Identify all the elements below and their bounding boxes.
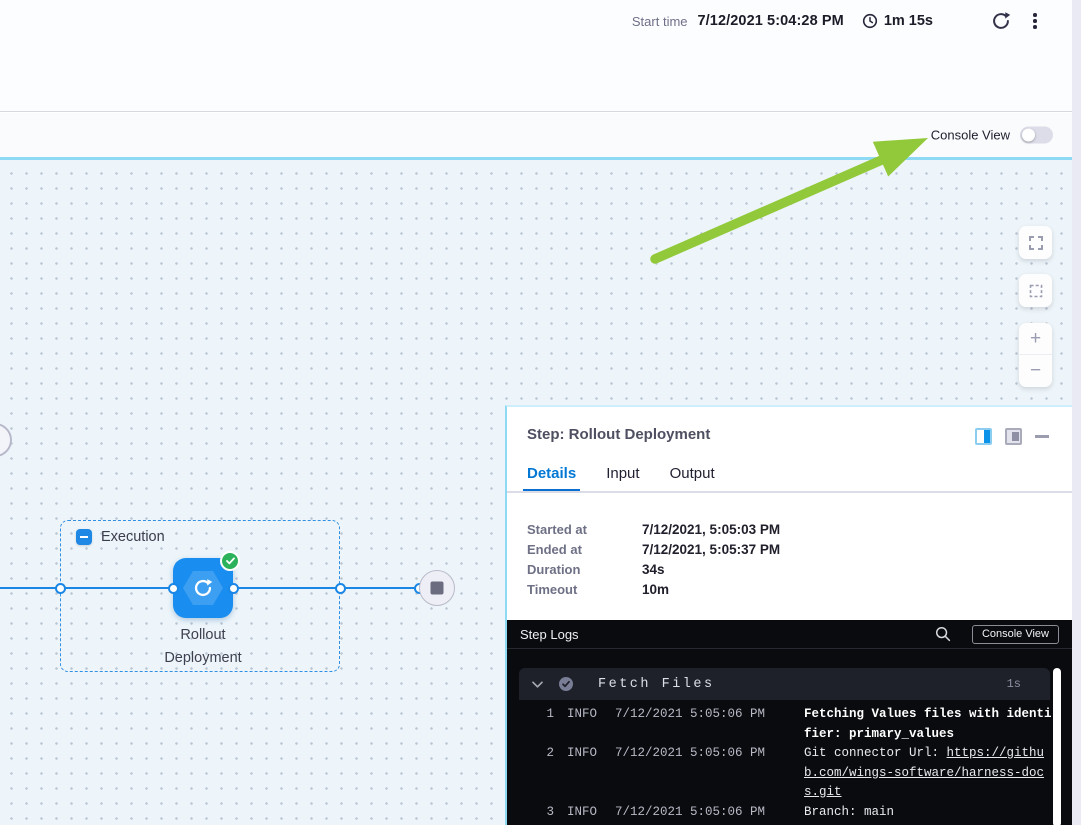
log-level: INFO bbox=[567, 705, 602, 725]
chevron-down-icon bbox=[532, 681, 543, 688]
execution-group-label: Execution bbox=[101, 529, 165, 545]
stop-icon bbox=[431, 582, 444, 595]
log-body: Fetch Files 1s 1 INFO 7/12/2021 5:05:06 … bbox=[519, 668, 1072, 822]
detail-row-ended-at: Ended at 7/12/2021, 5:05:37 PM bbox=[527, 539, 780, 559]
clock-icon bbox=[862, 13, 878, 29]
execution-meta-bar: Start time 7/12/2021 5:04:28 PM 1m 15s bbox=[632, 8, 1045, 34]
step-logs-title: Step Logs bbox=[520, 627, 579, 642]
fullscreen-button[interactable] bbox=[1019, 226, 1052, 259]
log-line: 2 INFO 7/12/2021 5:05:06 PM Git connecto… bbox=[519, 744, 1072, 803]
detail-row-timeout: Timeout 10m bbox=[527, 579, 780, 599]
connector-dot[interactable] bbox=[55, 583, 66, 594]
logs-console-view-button[interactable]: Console View bbox=[972, 625, 1059, 644]
collapse-group-button[interactable] bbox=[76, 529, 92, 545]
log-level: INFO bbox=[567, 803, 602, 823]
view-toolbar: Console View bbox=[0, 113, 1081, 157]
total-duration: 1m 15s bbox=[884, 13, 933, 29]
previous-node-partial[interactable] bbox=[0, 423, 12, 457]
top-header: Start time 7/12/2021 5:04:28 PM 1m 15s bbox=[0, 0, 1081, 112]
fit-to-screen-button[interactable] bbox=[1019, 274, 1052, 307]
zoom-button-group: + − bbox=[1019, 323, 1052, 387]
log-scrollbar[interactable] bbox=[1053, 668, 1061, 825]
end-node[interactable] bbox=[419, 570, 455, 606]
fullscreen-icon bbox=[1028, 235, 1044, 251]
log-message: Branch: main bbox=[804, 803, 1053, 823]
log-level: INFO bbox=[567, 744, 602, 764]
execution-group-header: Execution bbox=[76, 529, 165, 545]
fit-to-screen-icon bbox=[1028, 283, 1044, 299]
full-view-icon[interactable] bbox=[1005, 428, 1022, 445]
panel-tabs: Details Input Output bbox=[527, 465, 715, 491]
search-icon bbox=[935, 626, 951, 642]
console-view-control: Console View bbox=[931, 127, 1053, 144]
connector-dot[interactable] bbox=[228, 583, 239, 594]
console-view-toggle[interactable] bbox=[1020, 127, 1053, 144]
start-time-label: Start time bbox=[632, 14, 688, 29]
details-rows: Started at 7/12/2021, 5:05:03 PM Ended a… bbox=[527, 519, 780, 599]
log-group-fetch-files[interactable]: Fetch Files 1s bbox=[519, 668, 1050, 700]
panel-title: Step: Rollout Deployment bbox=[527, 426, 710, 443]
log-message: Git connector Url: https://github.com/wi… bbox=[804, 744, 1053, 803]
log-line-number: 3 bbox=[519, 803, 554, 823]
more-options-button[interactable] bbox=[1025, 9, 1045, 33]
log-line-number: 1 bbox=[519, 705, 554, 725]
step-logs-header: Step Logs Console View bbox=[507, 620, 1072, 649]
detail-row-duration: Duration 34s bbox=[527, 559, 780, 579]
refresh-button[interactable] bbox=[989, 9, 1013, 33]
console-view-label: Console View bbox=[931, 128, 1010, 143]
log-message-prefix: Git connector Url: bbox=[804, 746, 947, 760]
start-time-value: 7/12/2021 5:04:28 PM bbox=[698, 13, 844, 29]
node-label-line1: Rollout bbox=[123, 624, 283, 647]
detail-row-started-at: Started at 7/12/2021, 5:05:03 PM bbox=[527, 519, 780, 539]
tab-details[interactable]: Details bbox=[527, 465, 576, 491]
log-timestamp: 7/12/2021 5:05:06 PM bbox=[615, 803, 765, 823]
rollout-refresh-icon bbox=[193, 578, 214, 599]
log-group-name: Fetch Files bbox=[598, 677, 715, 692]
minimize-icon[interactable] bbox=[1035, 435, 1049, 438]
zoom-in-button[interactable]: + bbox=[1019, 323, 1052, 355]
page-scrollbar[interactable] bbox=[1072, 0, 1081, 825]
log-timestamp: 7/12/2021 5:05:06 PM bbox=[615, 744, 765, 764]
log-timestamp: 7/12/2021 5:05:06 PM bbox=[615, 705, 765, 725]
connector-dot[interactable] bbox=[168, 583, 179, 594]
log-search-button[interactable] bbox=[935, 626, 951, 642]
log-lines: 1 INFO 7/12/2021 5:05:06 PM Fetching Val… bbox=[519, 705, 1072, 822]
step-details-panel: Step: Rollout Deployment Details Input O… bbox=[505, 405, 1072, 825]
check-icon bbox=[226, 557, 235, 565]
tabs-divider bbox=[507, 491, 1072, 493]
tab-input[interactable]: Input bbox=[606, 465, 639, 491]
node-label: Rollout Deployment bbox=[123, 624, 283, 669]
refresh-icon bbox=[991, 11, 1011, 31]
success-badge bbox=[220, 551, 240, 571]
log-line: 3 INFO 7/12/2021 5:05:06 PM Branch: main bbox=[519, 803, 1072, 823]
log-group-duration: 1s bbox=[1007, 677, 1021, 691]
rollout-deployment-node[interactable] bbox=[173, 558, 233, 618]
split-view-icon[interactable] bbox=[975, 428, 992, 445]
pipeline-execution-screen: Start time 7/12/2021 5:04:28 PM 1m 15s bbox=[0, 0, 1081, 825]
log-group-success-icon bbox=[558, 676, 574, 692]
log-message: Fetching Values files with identifier: p… bbox=[804, 705, 1053, 744]
step-logs-section: Step Logs Console View bbox=[507, 620, 1072, 825]
duration-wrap: 1m 15s bbox=[862, 13, 933, 29]
connector-dot[interactable] bbox=[335, 583, 346, 594]
log-line: 1 INFO 7/12/2021 5:05:06 PM Fetching Val… bbox=[519, 705, 1072, 744]
node-label-line2: Deployment bbox=[123, 647, 283, 670]
panel-header-icons bbox=[975, 428, 1049, 445]
toggle-knob bbox=[1022, 129, 1035, 142]
log-line-number: 2 bbox=[519, 744, 554, 764]
kebab-menu-icon bbox=[1033, 13, 1037, 17]
tab-output[interactable]: Output bbox=[670, 465, 715, 491]
zoom-out-button[interactable]: − bbox=[1019, 355, 1052, 387]
canvas-zoom-controls: + − bbox=[1019, 226, 1052, 387]
